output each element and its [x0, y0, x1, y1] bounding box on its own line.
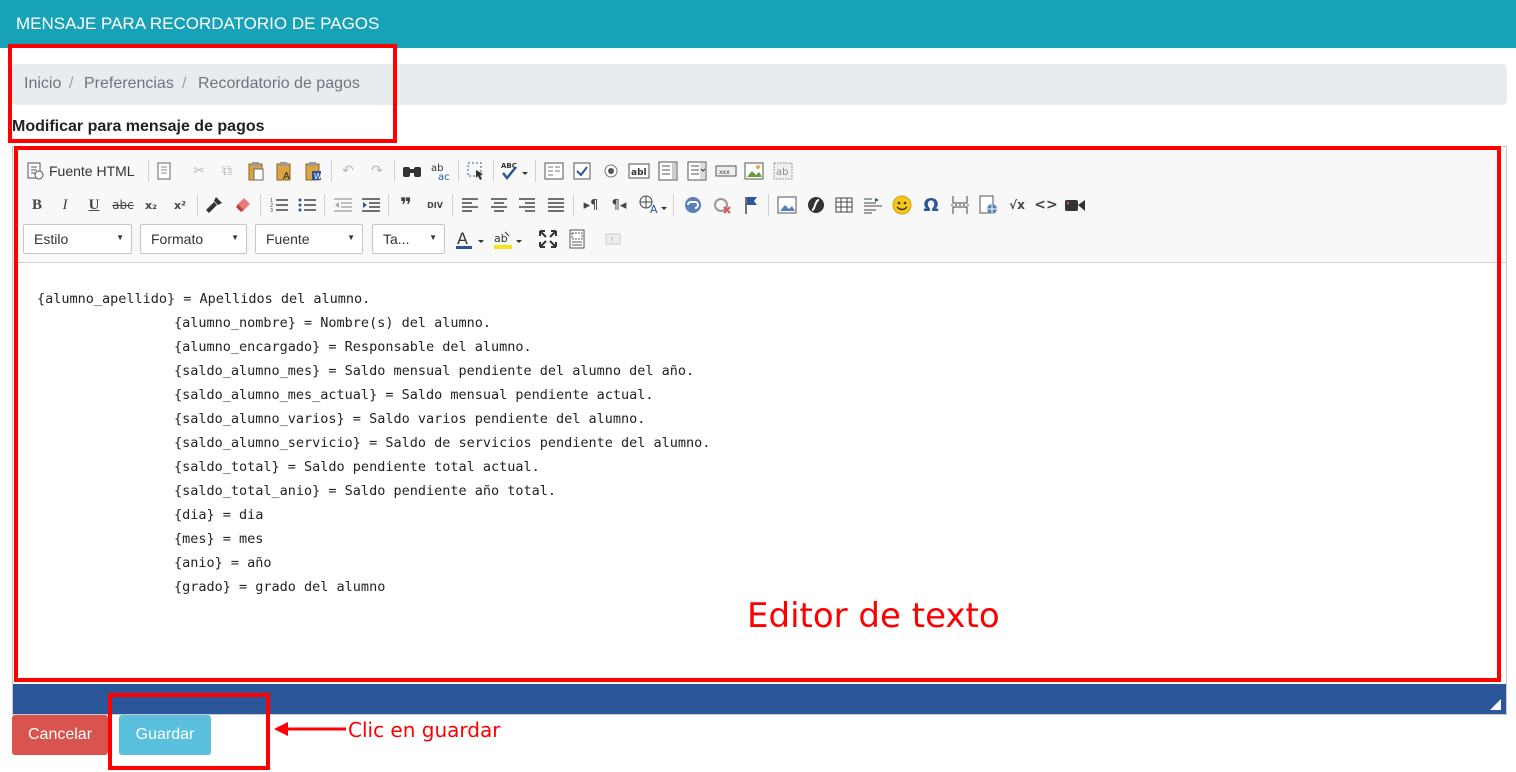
annotation-save-hint: Clic en guardar	[348, 718, 501, 742]
top-bar: MENSAJE PARA RECORDATORIO DE PAGOS	[0, 0, 1516, 48]
resize-handle-icon[interactable]	[1490, 699, 1501, 710]
annotation-box-breadcrumb	[8, 44, 397, 143]
cancel-button[interactable]: Cancelar	[12, 715, 108, 755]
page-title: MENSAJE PARA RECORDATORIO DE PAGOS	[16, 14, 380, 33]
annotation-editor-label: Editor de texto	[747, 596, 1000, 636]
annotation-arrow-icon	[274, 722, 346, 736]
annotation-box-save	[108, 693, 270, 770]
